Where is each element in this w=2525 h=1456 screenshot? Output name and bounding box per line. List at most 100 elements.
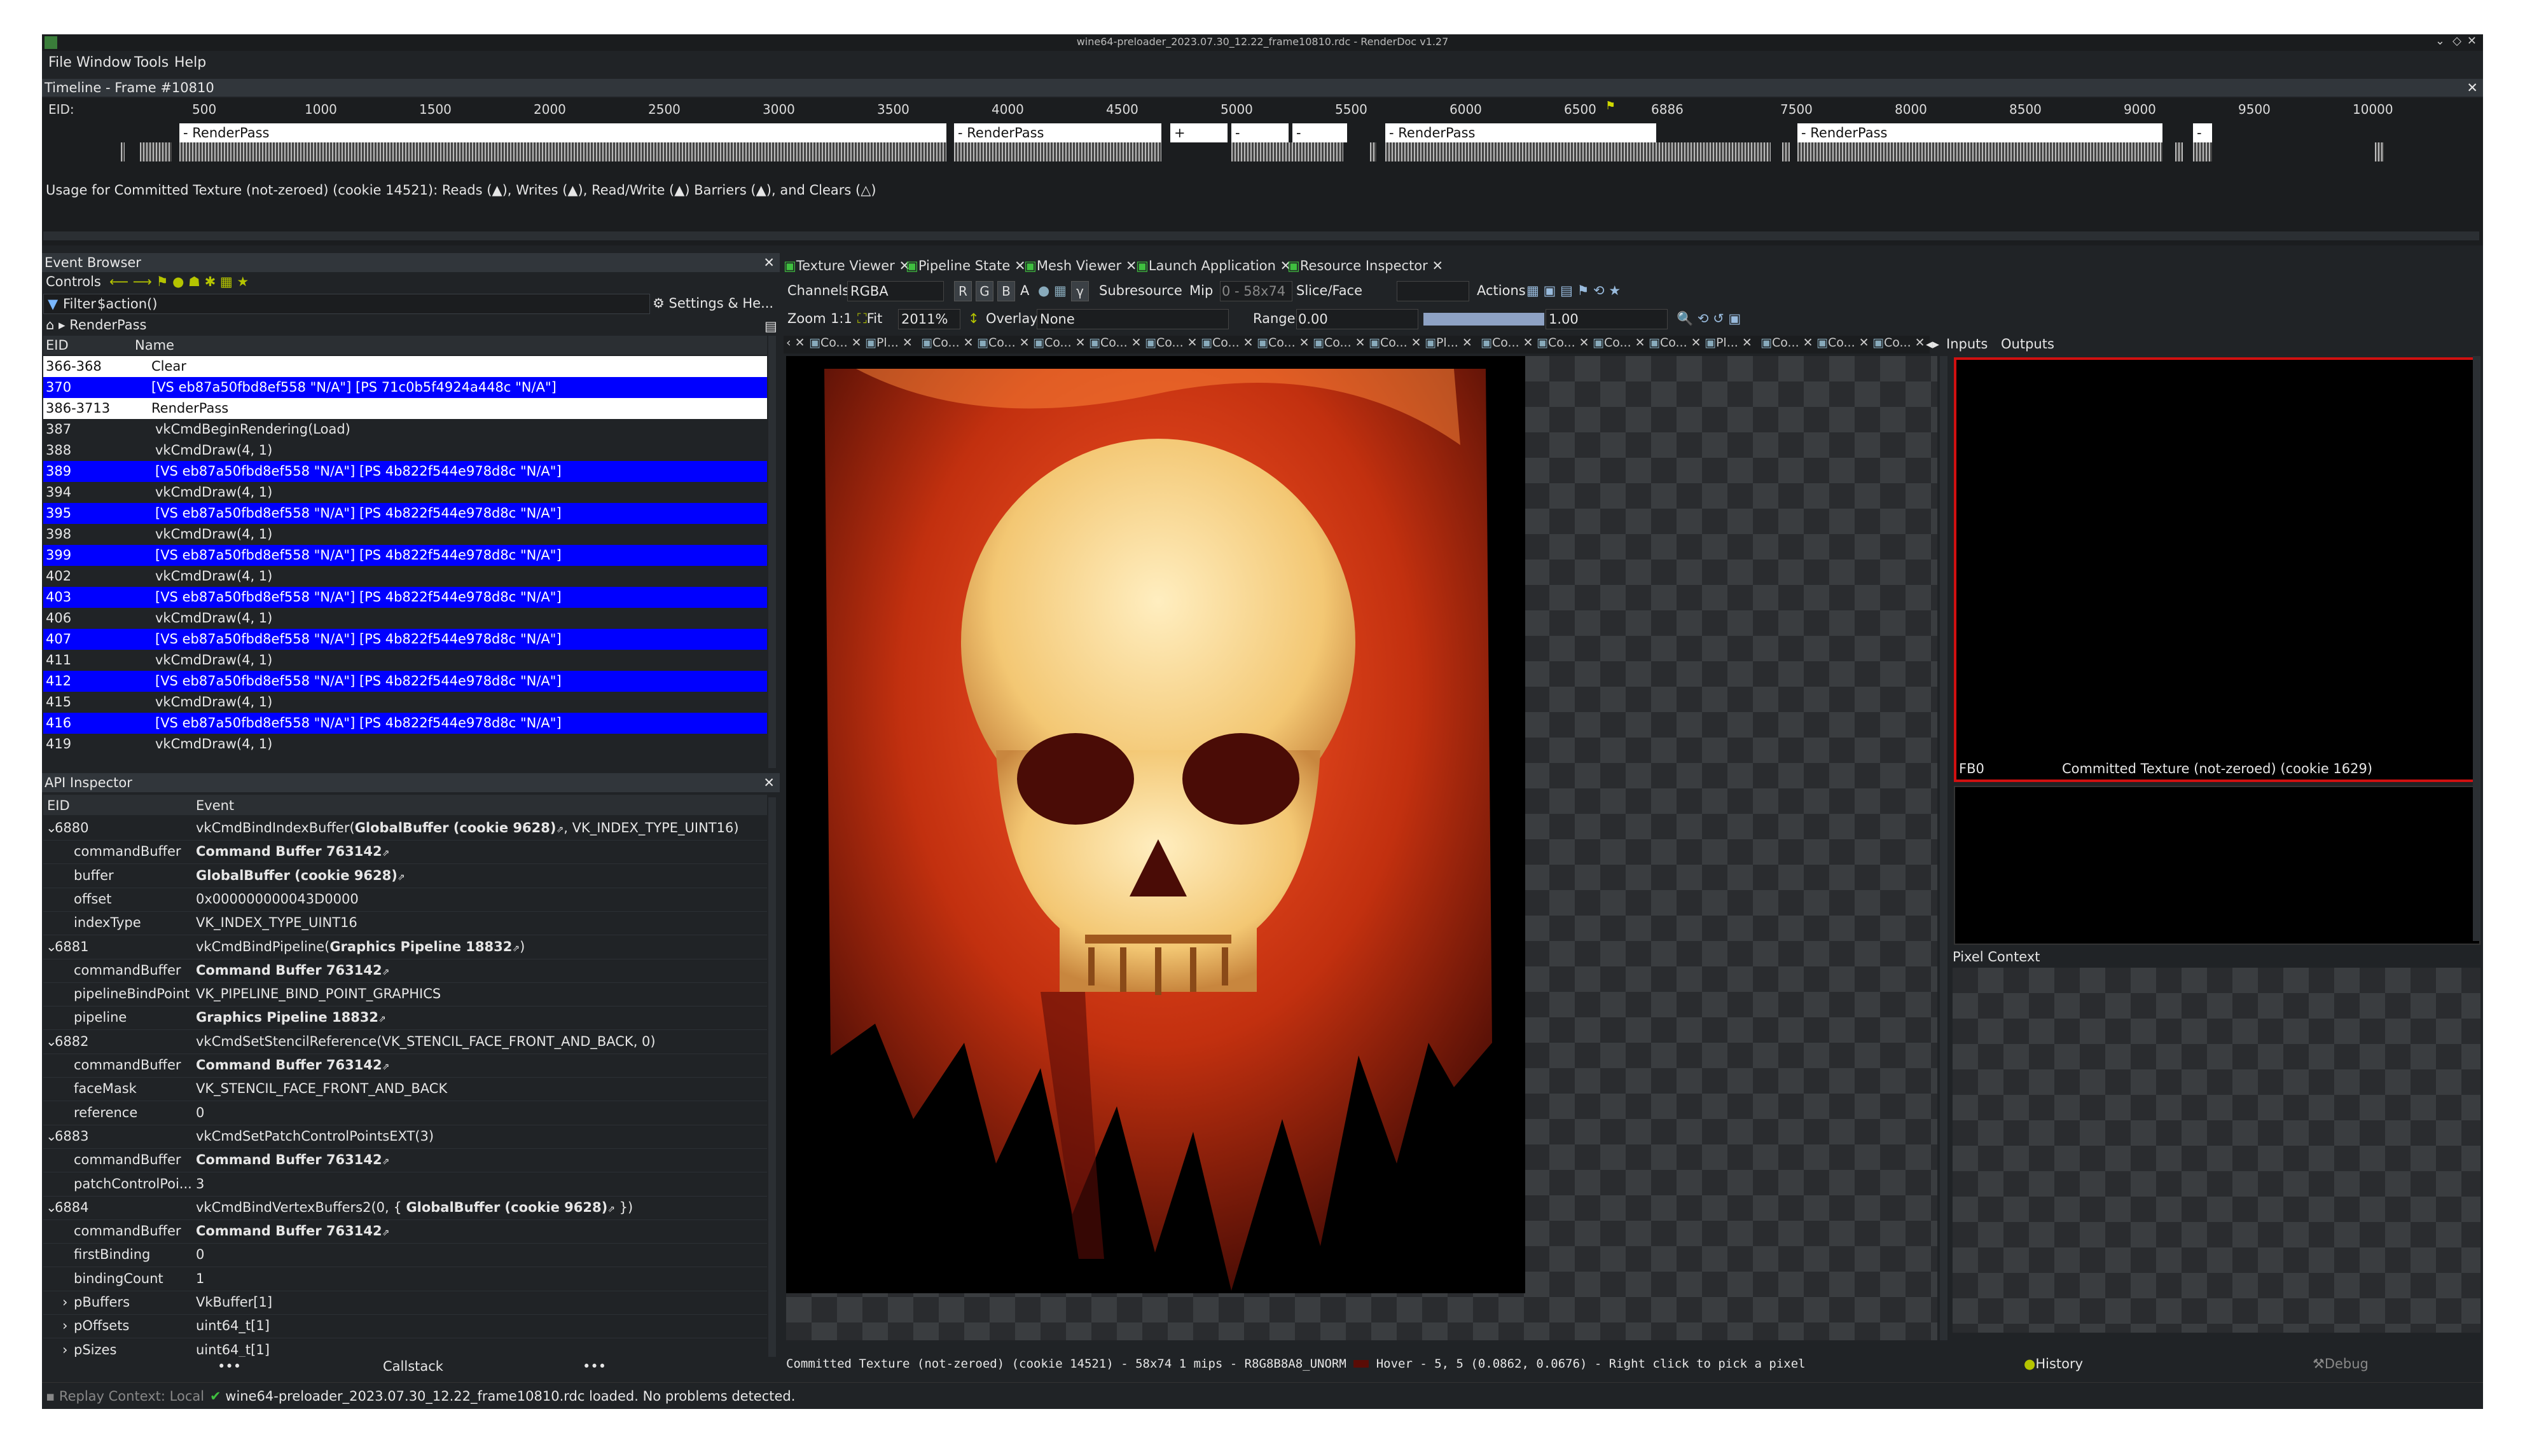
tab-scroll-icon[interactable]: ◂▸ <box>1926 336 1939 352</box>
thumb-tab[interactable]: ▣Pl... ✕ <box>1705 336 1752 350</box>
event-row[interactable]: 407 [VS eb87a50fbd8ef558 "N/A"] [PS 4b822… <box>43 629 767 650</box>
range-slider[interactable] <box>1423 313 1544 326</box>
timeline-pass[interactable]: - RenderPass <box>179 123 946 142</box>
timeline-pass[interactable]: - RenderPass <box>1797 123 2162 142</box>
api-param-row[interactable]: patchControlPoi... 3 <box>43 1172 767 1197</box>
color-picker-icon[interactable]: ● ▦ <box>1038 282 1067 299</box>
event-row[interactable]: 415 vkCmdDraw(4, 1) <box>43 692 767 713</box>
event-browser-close-icon[interactable]: ✕ <box>763 253 775 272</box>
timeline-pass[interactable]: - <box>2193 123 2212 142</box>
menu-tools[interactable]: Tools <box>134 55 169 71</box>
event-row[interactable]: 399 [VS eb87a50fbd8ef558 "N/A"] [PS 4b822… <box>43 545 767 566</box>
event-row[interactable]: 398 vkCmdDraw(4, 1) <box>43 524 767 545</box>
thumb-tab[interactable]: ▣Co... ✕ <box>1257 336 1310 350</box>
slice-select[interactable] <box>1397 281 1469 301</box>
thumb-tab[interactable]: ▣Co... ✕ <box>1089 336 1142 350</box>
actions-toolbar[interactable]: ▦ ▣ ▤ ⚑ ⟲ ★ <box>1526 282 1621 299</box>
thumb-tab[interactable]: ▣Co... ✕ <box>1537 336 1589 350</box>
api-call-row[interactable]: ⌄ 6884 vkCmdBindVertexBuffers2(0, { Global… <box>43 1196 767 1220</box>
timeline-panel[interactable]: EID: 500 1000 1500 2000 2500 3000 3500 4… <box>42 98 2483 245</box>
timeline-pass[interactable]: - Rend... <box>1292 123 1347 142</box>
breadcrumb-item[interactable]: RenderPass <box>69 317 146 333</box>
col-eid[interactable]: EID <box>46 337 69 354</box>
api-param-row[interactable]: buffer GlobalBuffer (cookie 9628)⇗ <box>43 864 767 888</box>
chevron-right-icon[interactable]: › <box>62 1314 67 1338</box>
output-thumbnail[interactable]: FB0 Committed Texture (not-zeroed) (cook… <box>1954 357 2480 782</box>
event-row[interactable]: 388 vkCmdDraw(4, 1) <box>43 440 767 461</box>
maximize-icon[interactable]: ◇ <box>2452 34 2461 48</box>
range-tools[interactable]: 🔍 ⟲ ↺ ▣ <box>1677 310 1741 327</box>
event-row[interactable]: 366-368 Clear <box>43 356 767 377</box>
channel-g-toggle[interactable]: G <box>976 281 993 301</box>
col-name[interactable]: Name <box>135 337 174 354</box>
thumb-tab[interactable]: ▣Co... ✕ <box>1145 336 1198 350</box>
tab-resource-inspector[interactable]: ▣Resource Inspector ✕ <box>1287 257 1443 275</box>
flip-icon[interactable]: ↕ <box>968 310 979 327</box>
texture-thumb-tabs[interactable]: ‹ ✕ ▣Co... ✕ ▣Pl... ✕ ▣Co... ✕ ▣Co... ✕ ▣Co.… <box>784 336 1930 354</box>
thumb-tab[interactable]: ▣Co... ✕ <box>921 336 974 350</box>
overlay-select[interactable]: None <box>1037 309 1229 329</box>
filter-value[interactable]: $action() <box>97 296 157 312</box>
event-row[interactable]: 403 [VS eb87a50fbd8ef558 "N/A"] [PS 4b822… <box>43 587 767 608</box>
channel-a-toggle[interactable]: A <box>1020 282 1029 299</box>
api-param-row[interactable]: commandBuffer Command Buffer 763142⇗ <box>43 1054 767 1078</box>
api-param-row[interactable]: › pBuffers VkBuffer[1] <box>43 1291 767 1315</box>
col-eid[interactable]: EID <box>47 797 70 814</box>
tab-inputs[interactable]: Inputs <box>1946 336 1988 352</box>
settings-button[interactable]: ⚙ Settings & He... <box>653 295 773 312</box>
api-param-row[interactable]: offset 0x000000000043D0000 <box>43 888 767 912</box>
range-max-input[interactable]: 1.00 <box>1546 309 1668 329</box>
event-row[interactable]: 387 vkCmdBeginRendering(Load) <box>43 419 767 440</box>
event-row[interactable]: 394 vkCmdDraw(4, 1) <box>43 482 767 503</box>
callstack-button[interactable]: Callstack <box>383 1358 443 1375</box>
menu-file[interactable]: File <box>48 55 72 71</box>
menu-window[interactable]: Window <box>76 55 132 71</box>
api-list[interactable]: ⌄ 6880 vkCmdBindIndexBuffer(GlobalBuffer (… <box>42 816 767 1357</box>
event-row[interactable]: 389 [VS eb87a50fbd8ef558 "N/A"] [PS 4b822… <box>43 461 767 482</box>
api-param-row[interactable]: › pSizes uint64_t[1] <box>43 1338 767 1357</box>
controls-toolbar[interactable]: ⟵ ⟶ ⚑ ● ☗ ✱ ▦ ★ <box>109 273 249 290</box>
tab-launch-application[interactable]: ▣Launch Application ✕ <box>1136 257 1291 275</box>
api-param-row[interactable]: faceMask VK_STENCIL_FACE_FRONT_AND_BACK <box>43 1077 767 1102</box>
timeline-pass[interactable]: - RenderPass <box>1385 123 1656 142</box>
more-button-right[interactable]: ••• <box>583 1358 606 1375</box>
api-call-row[interactable]: ⌄ 6881 vkCmdBindPipeline(Graphics Pipeline… <box>43 935 767 959</box>
thumb-tab[interactable]: ▣Co... ✕ <box>977 336 1030 350</box>
channels-select[interactable]: RGBA <box>847 281 944 301</box>
debug-button[interactable]: ⚒Debug <box>2313 1356 2369 1372</box>
thumb-tab[interactable]: ▣Co... ✕ <box>1872 336 1925 350</box>
fit-button[interactable]: ⛶Fit <box>857 310 882 327</box>
thumbnail-scrollbar[interactable] <box>2473 356 2480 941</box>
thumb-tab[interactable]: ▣Co... ✕ <box>809 336 862 350</box>
breadcrumb[interactable]: ⌂ ▸ RenderPass <box>46 317 146 333</box>
history-button[interactable]: ●History <box>2024 1356 2083 1372</box>
event-row[interactable]: 416 [VS eb87a50fbd8ef558 "N/A"] [PS 4b822… <box>43 713 767 734</box>
thumb-tab[interactable]: ▣Co... ✕ <box>1761 336 1813 350</box>
event-row[interactable]: 406 vkCmdDraw(4, 1) <box>43 608 767 629</box>
event-row[interactable]: 412 [VS eb87a50fbd8ef558 "N/A"] [PS 4b822… <box>43 671 767 692</box>
timeline-scrollbar[interactable] <box>43 231 2479 240</box>
tab-pipeline-state[interactable]: ▣Pipeline State ✕ <box>906 257 1026 275</box>
event-row[interactable]: 395 [VS eb87a50fbd8ef558 "N/A"] [PS 4b822… <box>43 503 767 524</box>
thumb-tab[interactable]: ▣Co... ✕ <box>1369 336 1422 350</box>
thumb-tab[interactable]: ▣Co... ✕ <box>1816 336 1869 350</box>
thumbnail-2[interactable] <box>1954 786 2480 945</box>
channel-b-toggle[interactable]: B <box>997 281 1015 301</box>
thumb-tab[interactable]: ▣Co... ✕ <box>1593 336 1645 350</box>
timeline-pass[interactable]: - Rend... <box>1231 123 1289 142</box>
close-icon[interactable]: ✕ <box>2467 34 2477 48</box>
event-list-scrollbar[interactable] <box>768 336 776 768</box>
api-param-row[interactable]: indexType VK_INDEX_TYPE_UINT16 <box>43 911 767 936</box>
api-call-row[interactable]: ⌄ 6883 vkCmdSetPatchControlPointsEXT(3) <box>43 1125 767 1149</box>
event-row[interactable]: 402 vkCmdDraw(4, 1) <box>43 566 767 587</box>
chevron-right-icon[interactable]: › <box>62 1291 67 1314</box>
tab-outputs[interactable]: Outputs <box>2001 336 2054 352</box>
timeline-pass[interactable]: - RenderPass <box>954 123 1161 142</box>
pixel-context-view[interactable] <box>1953 968 2480 1333</box>
timeline-pass[interactable]: + Rend... <box>1170 123 1228 142</box>
tab-texture-viewer[interactable]: ▣Texture Viewer ✕ <box>784 257 910 275</box>
more-button-left[interactable]: ••• <box>218 1358 241 1375</box>
texture-scrollbar[interactable] <box>1940 356 1947 1340</box>
thumb-tab[interactable]: ▣Co... ✕ <box>1649 336 1701 350</box>
api-inspector-close-icon[interactable]: ✕ <box>763 773 775 792</box>
